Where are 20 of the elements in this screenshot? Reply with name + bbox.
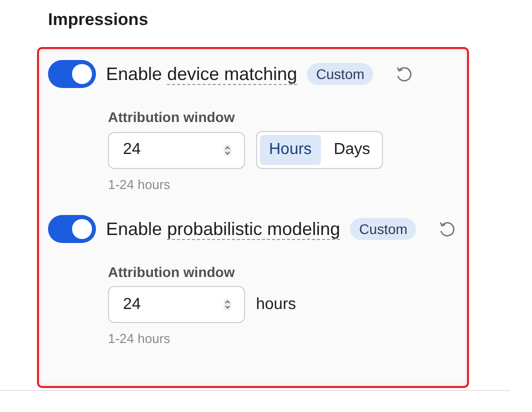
custom-badge: Custom xyxy=(350,218,416,240)
stepper-icon[interactable] xyxy=(223,298,232,311)
custom-badge: Custom xyxy=(307,63,374,85)
unit-label: hours xyxy=(256,296,296,314)
number-input[interactable]: 24 xyxy=(108,286,245,323)
hint-text: 1-24 hours xyxy=(108,177,172,192)
reset-icon[interactable] xyxy=(395,65,414,83)
toggle-switch[interactable] xyxy=(48,60,96,88)
unit-option[interactable]: Hours xyxy=(260,135,321,165)
hint-text: 1-24 hours xyxy=(108,331,172,346)
setting-label: Enable device matching xyxy=(106,64,298,84)
stepper-icon[interactable] xyxy=(223,144,232,156)
field-label: Attribution window xyxy=(108,264,236,280)
setting-label: Enable probabilistic modeling xyxy=(106,218,340,240)
reset-icon[interactable] xyxy=(438,220,456,238)
number-input[interactable]: 24 xyxy=(108,132,245,168)
section-heading: Impressions xyxy=(48,10,150,30)
field-label: Attribution window xyxy=(108,109,236,125)
unit-option[interactable]: Days xyxy=(324,135,380,165)
toggle-switch[interactable] xyxy=(48,215,96,243)
